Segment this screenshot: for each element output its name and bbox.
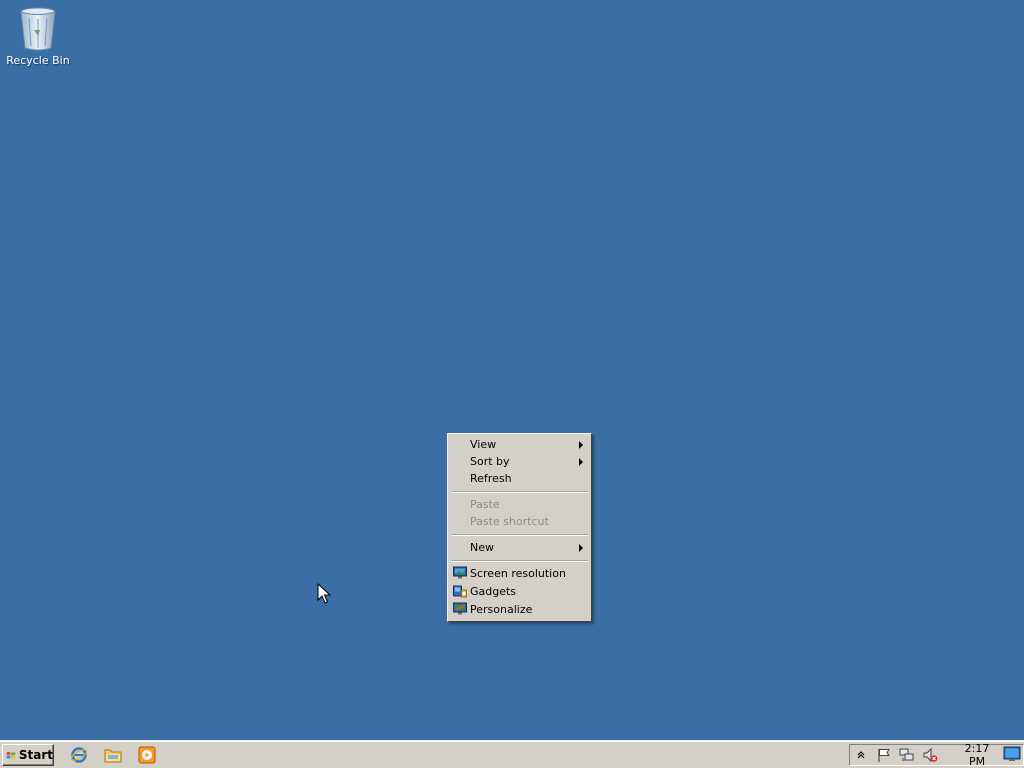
desktop-context-menu: View Sort by Refresh Paste Paste shortcu… bbox=[447, 433, 592, 622]
volume-button[interactable] bbox=[921, 746, 939, 764]
menu-item-paste: Paste bbox=[450, 496, 589, 513]
windows-explorer-icon bbox=[104, 749, 122, 763]
menu-item-sort-by[interactable]: Sort by bbox=[450, 453, 589, 470]
taskbar: Start 2:17 PM bbox=[0, 740, 1024, 768]
menu-item-label: Gadgets bbox=[470, 585, 517, 598]
network-button[interactable] bbox=[898, 746, 916, 764]
menu-item-paste-shortcut: Paste shortcut bbox=[450, 513, 589, 530]
chevron-up-icon bbox=[857, 751, 865, 759]
show-hidden-icons-button[interactable] bbox=[852, 746, 870, 764]
volume-muted-icon bbox=[923, 747, 938, 763]
windows-logo-icon bbox=[6, 751, 16, 759]
menu-item-label: Refresh bbox=[470, 472, 512, 485]
menu-item-new[interactable]: New bbox=[450, 539, 589, 556]
network-icon bbox=[899, 748, 914, 761]
internet-explorer-icon bbox=[70, 747, 88, 763]
windows-explorer-button[interactable] bbox=[102, 745, 124, 765]
menu-item-view[interactable]: View bbox=[450, 436, 589, 453]
menu-item-personalize[interactable]: Personalize bbox=[450, 601, 589, 619]
menu-item-label: Personalize bbox=[470, 603, 533, 616]
submenu-arrow-icon bbox=[579, 458, 583, 466]
menu-item-label: Paste bbox=[470, 498, 500, 511]
menu-item-label: Paste shortcut bbox=[470, 515, 549, 528]
menu-item-label: Sort by bbox=[470, 455, 510, 468]
media-player-button[interactable] bbox=[136, 745, 158, 765]
submenu-arrow-icon bbox=[579, 544, 583, 552]
action-center-flag-icon bbox=[878, 749, 890, 762]
menu-separator bbox=[450, 487, 589, 496]
media-player-icon bbox=[138, 746, 156, 764]
internet-explorer-button[interactable] bbox=[68, 745, 90, 765]
menu-item-label: New bbox=[470, 541, 494, 554]
start-button[interactable]: Start bbox=[2, 744, 54, 766]
menu-item-refresh[interactable]: Refresh bbox=[450, 470, 589, 487]
gadgets-icon bbox=[453, 585, 467, 598]
menu-separator bbox=[450, 530, 589, 539]
action-center-button[interactable] bbox=[875, 746, 893, 764]
start-label: Start bbox=[18, 748, 53, 762]
screen-resolution-icon bbox=[453, 566, 467, 579]
show-desktop-button[interactable] bbox=[1003, 746, 1021, 764]
submenu-arrow-icon bbox=[579, 441, 583, 449]
quick-launch-bar bbox=[68, 745, 158, 765]
menu-item-label: Screen resolution bbox=[470, 567, 566, 580]
menu-separator bbox=[450, 556, 589, 565]
taskbar-clock[interactable]: 2:17 PM bbox=[955, 742, 999, 768]
show-desktop-icon bbox=[1003, 746, 1021, 761]
recycle-bin-icon bbox=[20, 7, 56, 51]
personalize-icon bbox=[453, 602, 467, 615]
desktop-icon-recycle-bin[interactable]: Recycle Bin bbox=[4, 6, 72, 72]
desktop-icon-label: Recycle Bin bbox=[6, 54, 70, 67]
notification-area: 2:17 PM bbox=[849, 742, 1024, 768]
mouse-pointer-icon bbox=[317, 583, 331, 604]
menu-item-screen-resolution[interactable]: Screen resolution bbox=[450, 565, 589, 583]
menu-item-label: View bbox=[470, 438, 497, 451]
menu-item-gadgets[interactable]: Gadgets bbox=[450, 583, 589, 601]
